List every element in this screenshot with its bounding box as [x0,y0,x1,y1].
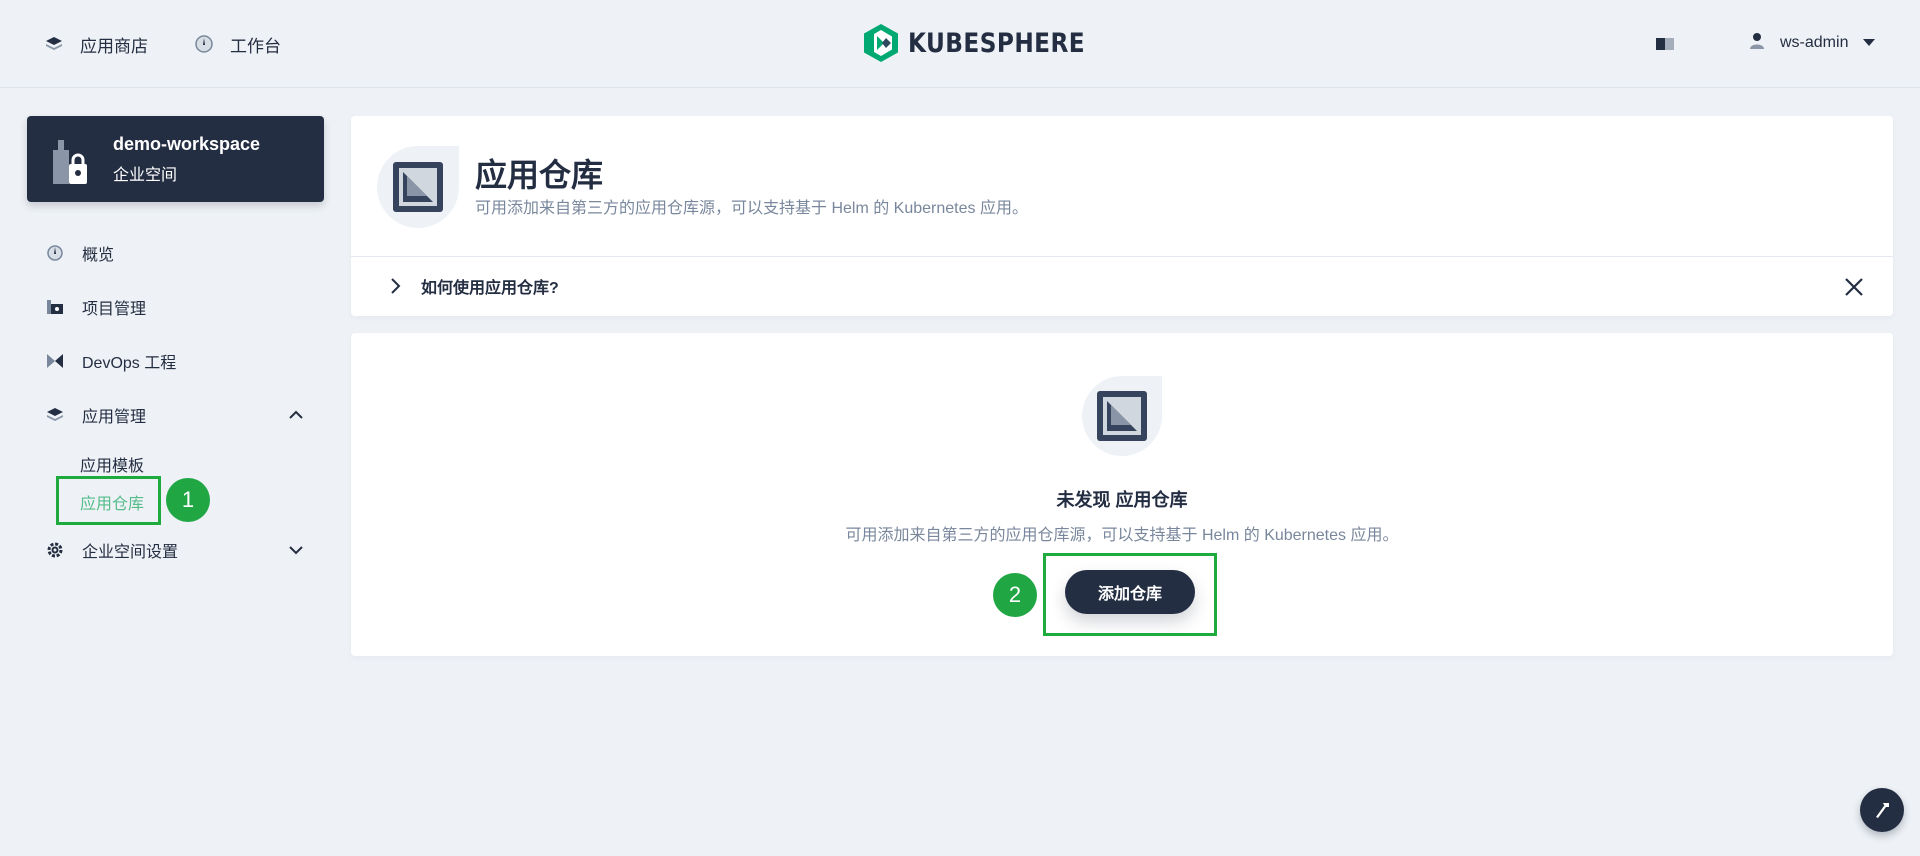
nav-app-store-label: 应用商店 [80,36,148,56]
workspace-name: demo-workspace [113,134,261,154]
close-icon[interactable] [1843,276,1865,298]
sidebar-item-projects[interactable]: 项目管理 [46,293,306,321]
sidebar-item-label: 项目管理 [82,301,147,318]
sidebar-item-workspace-settings[interactable]: 企业空间设置 [46,536,306,564]
documentation-icon[interactable] [1654,34,1676,54]
sidebar-item-app-management[interactable]: 应用管理 [46,401,306,429]
workspace-type: 企业空间 [113,167,178,184]
gear-icon [46,541,64,559]
kubesphere-logo[interactable]: KUBESPHERE [864,24,1114,62]
top-navbar: 应用商店 工作台 KUBESPHERE ws-admin [0,0,1920,88]
page-description: 可用添加来自第三方的应用仓库源，可以支持基于 Helm 的 Kubernetes… [475,200,1028,217]
chevron-up-icon[interactable] [286,405,306,425]
project-icon [46,298,64,316]
nav-app-store[interactable]: 应用商店 [44,30,148,58]
appstore-icon [46,406,64,424]
page-header-card: 应用仓库 可用添加来自第三方的应用仓库源，可以支持基于 Helm 的 Kuber… [351,116,1893,316]
logo-text: KUBESPHERE [908,27,1086,59]
divider [351,256,1893,257]
sidebar-subitem-app-templates[interactable]: 应用模板 [80,452,144,476]
caret-down-icon [1862,34,1876,52]
workspace-icon [53,140,87,184]
chevron-down-icon[interactable] [286,540,306,560]
nav-workbench-label: 工作台 [230,36,281,56]
howto-toggle[interactable]: 如何使用应用仓库? [389,274,559,298]
sidebar-item-label: 企业空间设置 [82,544,179,561]
highlight-box-step1 [56,476,161,525]
howto-label: 如何使用应用仓库? [421,280,559,297]
nav-workbench[interactable]: 工作台 [194,30,281,58]
sidebar-item-overview[interactable]: 概览 [46,239,306,267]
appstore-icon [44,34,64,54]
sidebar-item-label: 概览 [82,247,115,264]
sidebar-item-devops[interactable]: DevOps 工程 [46,347,306,375]
app-repo-icon [1082,376,1162,456]
highlight-box-step2 [1043,553,1217,636]
username: ws-admin [1780,34,1849,51]
sidebar-item-label: DevOps 工程 [82,355,177,372]
sidebar-item-label: 应用管理 [82,409,147,426]
empty-description: 可用添加来自第三方的应用仓库源，可以支持基于 Helm 的 Kubernetes… [845,527,1399,544]
page-title: 应用仓库 [475,157,604,193]
toolbox-button[interactable] [1860,788,1904,832]
app-repo-icon [377,146,459,228]
step-badge-1: 1 [166,478,210,522]
chevron-right-icon [391,278,401,294]
kubesphere-logo-icon [864,24,898,62]
dashboard-icon [46,244,64,262]
devops-icon [46,352,64,370]
user-icon [1748,32,1766,55]
hammer-icon [1876,803,1889,818]
empty-title: 未发现 应用仓库 [1056,490,1188,510]
workspace-card[interactable]: demo-workspace 企业空间 [27,116,324,202]
dashboard-icon [194,34,214,54]
user-menu[interactable]: ws-admin [1748,28,1876,58]
step-badge-2: 2 [993,573,1037,617]
